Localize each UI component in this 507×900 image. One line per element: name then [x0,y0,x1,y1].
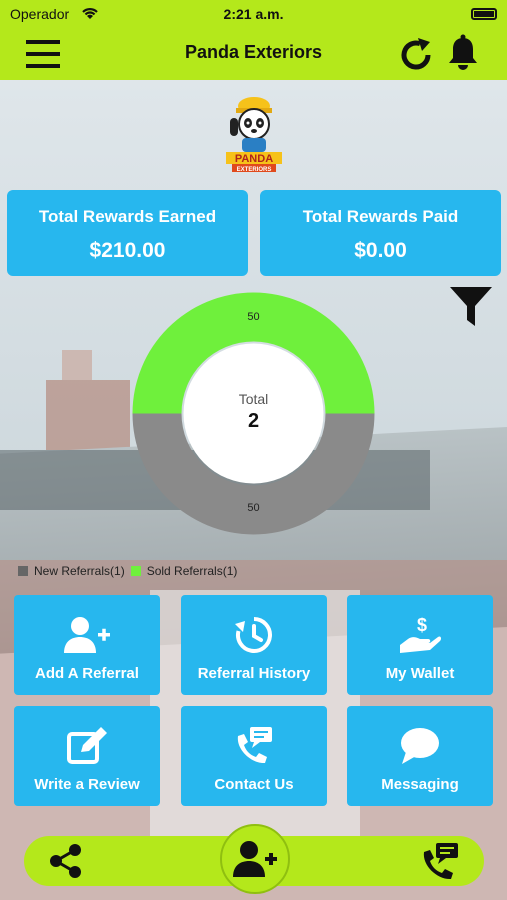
refresh-icon[interactable] [398,36,434,74]
legend-swatch-new [18,566,28,576]
write-review-button[interactable]: Write a Review [14,706,160,806]
add-referral-fab-button[interactable] [220,824,290,894]
legend-label-new: New Referrals(1) [34,564,125,578]
top-nav-bar: Panda Exteriors [0,28,507,80]
total-rewards-paid-card: Total Rewards Paid $0.00 [260,190,501,276]
svg-text:PANDA: PANDA [235,153,273,165]
referral-history-label: Referral History [197,665,311,682]
messaging-button[interactable]: Messaging [347,706,493,806]
donut-center-label: Total [238,391,269,407]
referral-history-button[interactable]: Referral History [181,595,327,695]
panda-exteriors-logo: PANDA EXTERIORS [222,92,286,176]
add-referral-label: Add A Referral [35,665,139,682]
total-rewards-earned-card: Total Rewards Earned $210.00 [7,190,248,276]
clock: 2:21 a.m. [223,6,284,22]
my-wallet-button[interactable]: $ My Wallet [347,595,493,695]
edit-review-icon [14,726,160,766]
battery-icon [471,8,497,20]
hand-dollar-icon: $ [347,615,493,655]
add-user-icon [14,615,160,655]
share-icon[interactable] [48,843,84,879]
slice-label-sold: 50 [247,311,260,323]
svg-text:EXTERIORS: EXTERIORS [237,167,272,173]
status-bar: Operador 2:21 a.m. [0,0,507,28]
donut-center-value: 2 [247,410,260,432]
speech-bubble-icon [347,726,493,766]
contact-us-label: Contact Us [214,776,294,793]
history-icon [181,615,327,655]
messaging-label: Messaging [381,776,459,793]
contact-us-button[interactable]: Contact Us [181,706,327,806]
add-user-fab-icon [233,841,277,877]
slice-label-new: 50 [247,502,260,514]
filter-icon[interactable] [448,284,494,330]
legend-item-new: New Referrals(1) [18,564,125,578]
phone-chat-tab-icon[interactable] [420,842,460,880]
legend-item-sold: Sold Referrals(1) [130,564,238,578]
chart-legend: New Referrals(1) Sold Referrals(1) [18,564,243,578]
svg-text:$: $ [417,615,427,635]
bell-notification-icon[interactable] [446,34,480,72]
rewards-paid-value: $0.00 [354,239,407,262]
add-referral-button[interactable]: Add A Referral [14,595,160,695]
rewards-paid-label: Total Rewards Paid [302,207,459,226]
phone-chat-icon [181,726,327,766]
write-review-label: Write a Review [34,776,140,793]
my-wallet-label: My Wallet [385,665,455,682]
legend-label-sold: Sold Referrals(1) [146,564,238,578]
referrals-donut-chart: 50 50 Total 2 [132,292,375,535]
legend-swatch-sold [130,566,141,576]
rewards-earned-value: $210.00 [89,239,166,262]
rewards-earned-label: Total Rewards Earned [38,207,217,226]
